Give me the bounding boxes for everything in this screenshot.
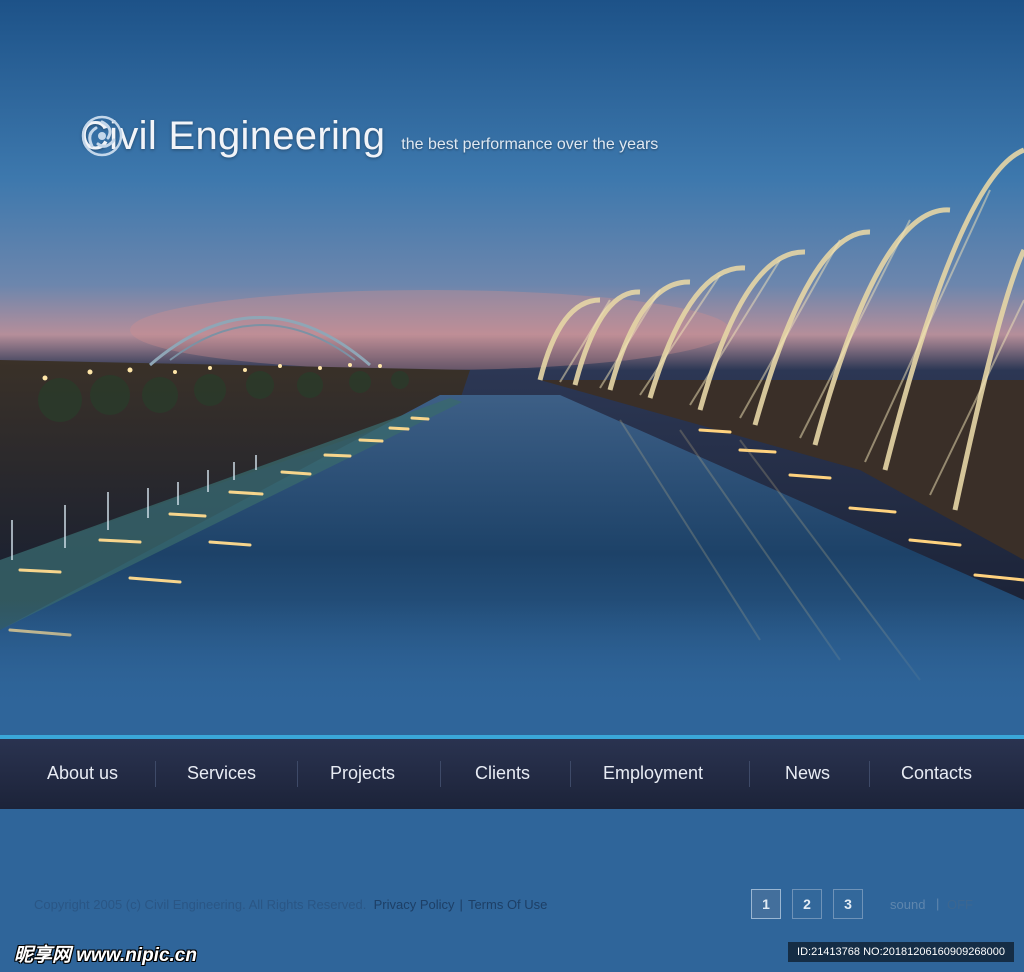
sound-separator: |: [936, 896, 940, 911]
nav-separator: [570, 761, 571, 787]
privacy-policy-link[interactable]: Privacy Policy: [374, 897, 455, 912]
nav-item-about-us[interactable]: About us: [47, 763, 118, 784]
page-button-1[interactable]: 1: [751, 889, 781, 919]
page-button-3[interactable]: 3: [833, 889, 863, 919]
nav-item-employment[interactable]: Employment: [603, 763, 703, 784]
nav-separator: [297, 761, 298, 787]
nav-item-news[interactable]: News: [785, 763, 830, 784]
watermark-id: ID:21413768 NO:20181206160909268000: [788, 942, 1014, 962]
watermark-site: 昵享网 www.nipic.cn: [14, 945, 197, 966]
hero-photo: [0, 0, 1024, 712]
swirl-logo-icon[interactable]: [80, 114, 124, 158]
nav-item-services[interactable]: Services: [187, 763, 256, 784]
nav-item-projects[interactable]: Projects: [330, 763, 395, 784]
brand-header: Civil Engineering the best performance o…: [80, 114, 658, 159]
nav-separator: [155, 761, 156, 787]
site-tagline: the best performance over the years: [401, 136, 659, 153]
main-nav: About us Services Projects Clients Emplo…: [0, 739, 1024, 809]
nav-separator: [749, 761, 750, 787]
copyright-text: Copyright 2005 (c) Civil Engineering. Al…: [34, 897, 367, 912]
hero-banner: Civil Engineering the best performance o…: [0, 0, 1024, 712]
nav-item-contacts[interactable]: Contacts: [901, 763, 972, 784]
nav-item-clients[interactable]: Clients: [475, 763, 530, 784]
footer-separator: |: [459, 897, 463, 912]
site-title: Civil Engineering: [80, 114, 386, 158]
page-button-2[interactable]: 2: [792, 889, 822, 919]
terms-of-use-link[interactable]: Terms Of Use: [468, 897, 547, 912]
sound-label: sound: [890, 897, 926, 912]
nav-separator: [869, 761, 870, 787]
nav-separator: [440, 761, 441, 787]
sound-toggle[interactable]: OFF: [947, 897, 973, 912]
footer-legal: Copyright 2005 (c) Civil Engineering. Al…: [34, 897, 547, 912]
